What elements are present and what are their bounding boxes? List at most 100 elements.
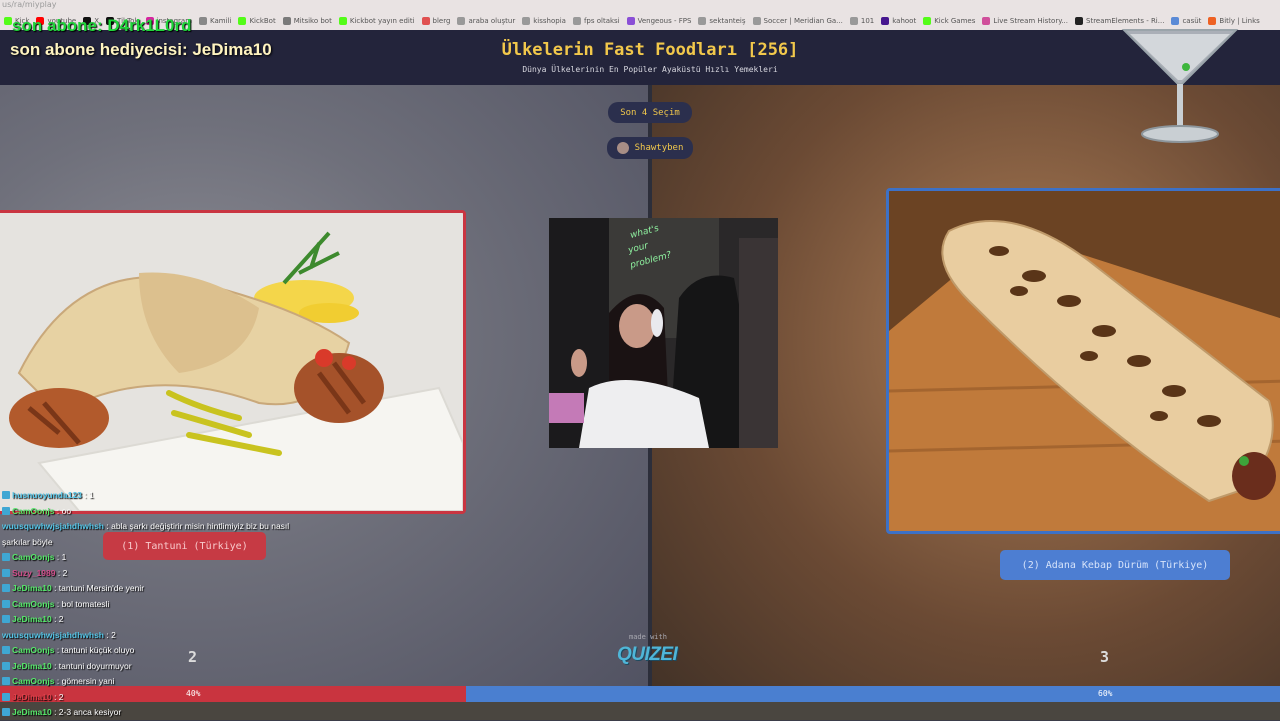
chat-username: Suzy_1989	[12, 567, 56, 578]
bookmark-item[interactable]: Live Stream History...	[982, 14, 1068, 28]
bookmark-item[interactable]: Kamili	[199, 14, 231, 28]
tantuni-image	[0, 213, 463, 511]
kamili-icon	[199, 17, 208, 25]
chat-message: CamOonjs : gömersin yani	[2, 674, 308, 690]
bookmark-item[interactable]: Mitsiko bot	[282, 14, 332, 28]
kickbot-icon	[338, 17, 347, 25]
chat-badge-icon	[2, 646, 10, 654]
kick-icon	[4, 17, 12, 25]
chat-badge-icon	[2, 677, 10, 685]
chat-badge-icon	[2, 568, 10, 577]
vengeous-icon	[626, 17, 635, 25]
bookmark-item[interactable]: blerg	[421, 14, 450, 28]
chat-separator: :	[81, 490, 89, 500]
chat-text: bol tomatesli	[61, 598, 110, 609]
bookmark-label: araba oluştur	[468, 17, 516, 25]
chat-separator: :	[54, 552, 62, 562]
chat-username: wuusquwhwjsjahdhwhsh	[2, 629, 104, 640]
bookmark-item[interactable]: Kickbot yayın editi	[338, 14, 415, 28]
link-icon	[1171, 17, 1180, 25]
right-vote-percent: 60%	[1098, 689, 1113, 698]
chat-username: CamOonjs	[12, 676, 55, 686]
bookmark-item[interactable]: fps oltaksi	[572, 14, 620, 28]
bookmark-label: fps oltaksi	[583, 17, 620, 25]
chat-username: CamOonjs	[12, 552, 55, 562]
chat-badge-icon	[2, 708, 10, 716]
option-card-left[interactable]	[0, 210, 466, 514]
webcam-image: what's your problem?	[549, 218, 778, 448]
chat-badge-icon	[2, 506, 10, 515]
quizei-logo: QUIZEI	[617, 644, 678, 665]
bookmark-label: kisshopia	[533, 17, 566, 25]
bookmark-item[interactable]: araba oluştur	[457, 14, 515, 28]
kick-icon	[923, 17, 932, 25]
martini-glass-icon	[1121, 29, 1239, 143]
kahoot-icon	[881, 17, 890, 25]
chat-text: 2	[62, 567, 68, 578]
chat-text: tantuni Mersin'de yenir	[58, 583, 145, 593]
chat-message: JeDima10 : 2	[2, 612, 308, 628]
bookmark-label: Live Stream History...	[993, 17, 1069, 25]
chat-badge-icon	[2, 692, 10, 701]
bookmark-item[interactable]: sektanteiş	[698, 14, 746, 28]
last-gifter-text: son abone hediyecisi: JeDima10	[10, 40, 272, 59]
chat-text: 1	[89, 490, 94, 500]
chat-message: CamOonjs : tantuni küçük oluyo	[2, 643, 308, 659]
chat-message: Suzy_1989 : 2	[2, 566, 308, 582]
chat-username: CamOonjs	[12, 598, 55, 609]
kiss-icon	[522, 17, 531, 25]
chat-badge-icon	[2, 584, 10, 592]
chat-message: CamOonjs : bol tomatesli	[2, 597, 308, 613]
chat-separator: :	[51, 660, 59, 671]
chat-badge-icon	[2, 615, 10, 623]
chat-text: 2-3 anca kesiyor	[58, 707, 122, 717]
bookmark-item[interactable]: kisshopia	[522, 14, 566, 28]
bookmark-label: sektanteiş	[709, 17, 746, 25]
voter-name: Shawtyben	[634, 143, 684, 153]
bookmark-item[interactable]: Kick Games	[923, 14, 975, 28]
chat-message: wuusquwhwjsjahdhwhsh : 2	[2, 628, 308, 644]
chat-message: wuusquwhwjsjahdhwhsh : abla şarkı değişt…	[2, 519, 308, 550]
chat-separator: :	[51, 707, 59, 717]
chat-username: JeDima10	[12, 707, 52, 717]
chat-text: 2	[111, 629, 116, 640]
avatar	[616, 142, 629, 154]
game-icon	[572, 17, 581, 25]
soccer-icon	[752, 17, 761, 25]
option-card-right[interactable]	[886, 188, 1280, 534]
chat-message: CamOonjs : 1	[2, 550, 308, 566]
chat-username: JeDima10	[12, 583, 52, 593]
chat-separator: :	[51, 614, 59, 624]
history-icon	[982, 17, 991, 25]
chat-text: gömersin yani	[61, 676, 115, 686]
bookmark-label: 101	[860, 17, 875, 25]
chat-badge-icon	[2, 491, 10, 499]
bitly-icon	[1208, 17, 1217, 25]
webcam-feed: what's your problem?	[549, 218, 778, 448]
chat-overlay: husnuoyunda123 : 1 CamOonjs : oo wuusquwhw…	[2, 488, 308, 721]
bookmarks-bar: us/ra/miyplay Kick youtube X TikTok instagra…	[0, 0, 1280, 30]
bookmark-label: StreamElements - Ri...	[1086, 17, 1165, 25]
chat-text: 2	[58, 691, 64, 702]
chat-username: CamOonjs	[12, 505, 55, 516]
bookmark-item[interactable]: Vengeous - FPS	[626, 14, 691, 28]
chat-badge-icon	[2, 553, 10, 561]
chat-message: husnuoyunda123 : 1	[2, 488, 308, 504]
bookmark-item[interactable]: kahoot	[881, 14, 916, 28]
chat-separator: :	[54, 598, 62, 609]
chat-separator: :	[51, 691, 59, 702]
bookmark-item[interactable]: Soccer | Meridian Ga...	[752, 14, 843, 28]
last-4-choices-button[interactable]: Son 4 Seçim	[608, 102, 692, 123]
quiz-subtitle: Dünya Ülkelerinin En Popüler Ayaküstü Hı…	[522, 65, 778, 74]
chat-separator: :	[54, 505, 62, 516]
chat-badge-icon	[2, 599, 10, 608]
bookmark-label: Mitsiko bot	[293, 17, 332, 25]
chat-username: CamOonjs	[12, 645, 55, 655]
chat-text: tantuni doyurmuyor	[58, 660, 132, 671]
bookmark-item[interactable]: 101	[849, 14, 875, 28]
chat-text: 1	[61, 552, 67, 562]
url-fragment: us/ra/miyplay	[2, 0, 57, 9]
chat-separator: :	[54, 676, 62, 686]
bookmark-item[interactable]: KickBot	[238, 14, 276, 28]
option-right-label[interactable]: (2) Adana Kebap Dürüm (Türkiye)	[1000, 550, 1230, 580]
